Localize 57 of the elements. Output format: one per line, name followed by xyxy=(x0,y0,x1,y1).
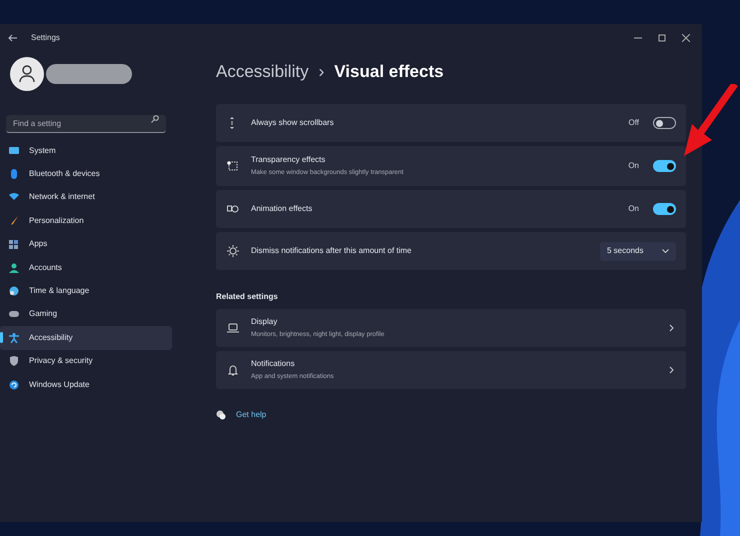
bluetooth-icon xyxy=(9,169,19,180)
breadcrumb-separator: › xyxy=(318,61,324,84)
bell-icon xyxy=(227,364,239,376)
toggle-state-label: Off xyxy=(628,117,639,129)
nav-item[interactable]: Gaming xyxy=(0,302,172,326)
person-icon xyxy=(9,262,19,273)
setting-title: Dismiss notifications after this amount of time xyxy=(251,245,413,257)
time-dropdown[interactable]: 5 seconds xyxy=(600,242,676,260)
toggle-switch[interactable] xyxy=(653,117,676,129)
section-heading: Related settings xyxy=(216,291,279,303)
laptop-icon xyxy=(227,322,239,334)
nav-item[interactable]: Windows Update xyxy=(0,372,172,396)
help-chat-icon xyxy=(216,410,226,420)
toggle-state-label: On xyxy=(628,160,639,172)
setting-title: Always show scrollbars xyxy=(251,117,335,129)
toggle-switch[interactable] xyxy=(653,160,676,172)
shapes-icon xyxy=(227,203,239,215)
nav-item[interactable]: Network & internet xyxy=(0,186,172,210)
gamepad-icon xyxy=(9,309,19,320)
sun-icon xyxy=(227,245,239,257)
toggle-switch[interactable] xyxy=(653,203,676,215)
breadcrumb-parent[interactable]: Accessibility xyxy=(216,59,309,85)
nav-item[interactable]: Privacy & security xyxy=(0,350,172,373)
chevron-right-icon xyxy=(669,366,674,374)
chevron-right-icon xyxy=(669,324,674,332)
nav-item[interactable]: Personalization xyxy=(0,209,172,233)
nav-item[interactable]: Apps xyxy=(0,232,172,256)
window-title: Settings xyxy=(31,32,60,44)
nav-item[interactable]: Bluetooth & devices xyxy=(0,162,172,186)
maximize-icon[interactable] xyxy=(658,34,666,42)
apps-icon xyxy=(9,239,19,250)
nav-item[interactable]: System xyxy=(0,139,172,162)
search-field[interactable]: Find a setting xyxy=(6,115,166,133)
setting-title: Notifications xyxy=(251,358,296,370)
access-icon xyxy=(9,332,19,343)
back-arrow-icon[interactable] xyxy=(8,34,17,42)
nav-item[interactable]: Accounts xyxy=(0,256,172,280)
dashed-square-icon xyxy=(227,160,239,172)
setting-title: Animation effects xyxy=(251,203,314,215)
nav-item[interactable]: Time & language xyxy=(0,279,172,303)
globe-icon xyxy=(9,286,19,296)
chevron-down-icon xyxy=(662,249,669,253)
get-help-link[interactable]: Get help xyxy=(236,409,266,421)
selection-indicator xyxy=(0,332,3,344)
setting-title: Transparency effects xyxy=(251,154,326,166)
avatar xyxy=(10,57,44,91)
close-icon[interactable] xyxy=(682,34,690,42)
search-icon xyxy=(151,115,159,123)
system-icon xyxy=(9,146,19,156)
page-title: Visual effects xyxy=(334,61,444,84)
update-icon xyxy=(9,380,19,390)
brush-icon xyxy=(9,216,19,226)
shield-icon xyxy=(9,356,19,366)
nav-item[interactable]: Accessibility xyxy=(0,326,172,350)
toggle-state-label: On xyxy=(628,203,639,215)
setting-title: Display xyxy=(251,316,278,328)
network-icon xyxy=(9,192,19,202)
